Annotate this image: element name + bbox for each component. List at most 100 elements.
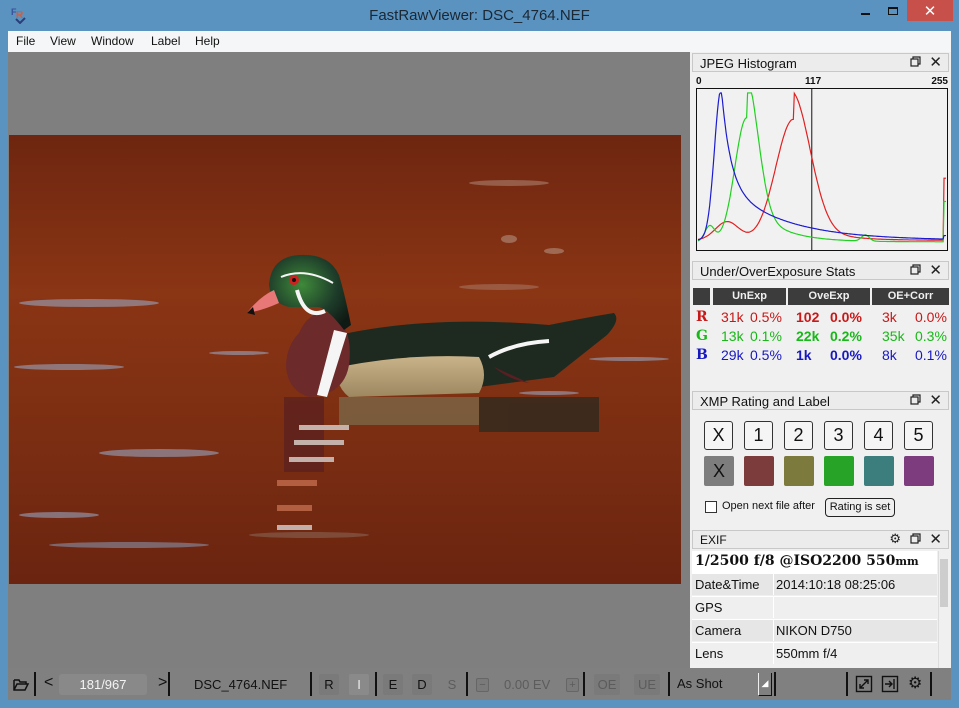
rating-3-button[interactable]: 3	[824, 421, 853, 450]
float-panel-icon[interactable]	[910, 56, 921, 67]
menu-window[interactable]: Window	[91, 34, 134, 48]
exposure-panel-title: Under/OverExposure Stats	[700, 264, 856, 279]
previous-file-button[interactable]: <	[44, 674, 53, 692]
unexp-count: 13k	[721, 328, 744, 344]
info-button[interactable]: I	[349, 674, 369, 695]
unexp-count: 31k	[721, 309, 744, 325]
rating-5-button[interactable]: 5	[904, 421, 933, 450]
open-folder-icon[interactable]	[12, 675, 30, 693]
settings-gear-icon[interactable]: ⚙	[908, 673, 922, 693]
maximize-button[interactable]	[880, 0, 906, 21]
dropdown-arrow-icon[interactable]: ◢	[758, 673, 772, 696]
unexp-percent: 0.5%	[750, 309, 782, 325]
close-button[interactable]: ✕	[907, 0, 953, 21]
open-next-label: Open next file after	[722, 500, 815, 512]
unexp-count: 29k	[721, 347, 744, 363]
close-panel-icon[interactable]: ✕	[929, 53, 942, 71]
white-balance-select[interactable]: As Shot ◢	[671, 673, 772, 696]
separator	[168, 672, 170, 696]
toggle-panel-icon[interactable]	[881, 675, 899, 693]
exif-divider	[773, 597, 774, 618]
exif-scrollbar-thumb[interactable]	[940, 559, 948, 607]
file-counter[interactable]: 181/967	[59, 674, 147, 695]
label-none-button[interactable]: X	[704, 456, 734, 486]
float-panel-icon[interactable]	[910, 394, 921, 405]
stats-channel: R	[696, 309, 708, 325]
rating-2-button[interactable]: 2	[784, 421, 813, 450]
next-file-button[interactable]: >	[158, 674, 167, 692]
separator	[668, 672, 670, 696]
overexposure-button[interactable]: OE	[594, 674, 620, 695]
details-button[interactable]: D	[412, 674, 432, 695]
rating-1-button[interactable]: 1	[744, 421, 773, 450]
exif-key: Date&Time	[695, 577, 760, 592]
exif-key: GPS	[695, 600, 723, 615]
menu-view[interactable]: View	[50, 34, 76, 48]
ev-decrease-button[interactable]: −	[476, 678, 489, 692]
close-panel-icon[interactable]: ✕	[929, 261, 942, 279]
menu-label[interactable]: Label	[151, 34, 180, 48]
photo-wood-duck[interactable]	[9, 135, 681, 584]
label-red-button[interactable]	[744, 456, 774, 486]
status-bar: < 181/967 > DSC_4764.NEF R I E D S − 0.0…	[8, 668, 951, 700]
ev-value: 0.00 EV	[504, 677, 551, 692]
shadows-button[interactable]: S	[442, 674, 462, 695]
exif-row: Lens 550mm f/4	[692, 642, 937, 664]
exif-value: NIKON D750	[776, 623, 852, 638]
oveexp-percent: 0.0%	[830, 347, 862, 363]
exif-divider	[773, 620, 774, 641]
exif-row: Date&Time 2014:10:18 08:25:06	[692, 573, 937, 595]
minimize-button[interactable]	[852, 0, 878, 21]
menu-help[interactable]: Help	[195, 34, 220, 48]
xmp-panel-header: XMP Rating and Label ✕	[692, 391, 949, 410]
minimize-icon	[860, 12, 870, 15]
histogram-series-g	[697, 92, 947, 243]
separator	[930, 672, 932, 696]
label-yellow-button[interactable]	[784, 456, 814, 486]
oveexp-count: 22k	[796, 328, 820, 344]
stats-header-oveexp: OveExp	[788, 288, 870, 305]
stats-row-g: G 13k 0.1% 22k 0.2% 35k 0.3%	[692, 328, 949, 347]
stats-row-r: R 31k 0.5% 102 0.0% 3k 0.0%	[692, 309, 949, 328]
oveexp-count: 102	[796, 309, 820, 325]
current-filename: DSC_4764.NEF	[194, 677, 288, 692]
oecorr-percent: 0.1%	[915, 347, 947, 363]
image-viewer[interactable]	[8, 52, 690, 668]
settings-gear-icon[interactable]: ⚙	[889, 531, 901, 547]
exif-divider	[773, 643, 774, 664]
side-panel: JPEG Histogram ✕ 0 117 255 Under/OverExp…	[690, 52, 951, 668]
exif-scrollbar[interactable]	[938, 551, 949, 668]
unexp-percent: 0.1%	[750, 328, 782, 344]
rating-is-set-button[interactable]: Rating is set	[825, 498, 895, 517]
separator	[466, 672, 468, 696]
histogram-scale: 0 117 255	[693, 76, 948, 88]
menu-file[interactable]: File	[16, 34, 35, 48]
histogram-panel-header: JPEG Histogram ✕	[692, 53, 949, 72]
close-panel-icon[interactable]: ✕	[929, 530, 942, 548]
raw-button[interactable]: R	[319, 674, 339, 695]
close-panel-icon[interactable]: ✕	[929, 391, 942, 409]
unexp-percent: 0.5%	[750, 347, 782, 363]
menu-bar: File View Window Label Help	[8, 31, 951, 52]
separator	[774, 672, 776, 696]
fullscreen-icon[interactable]	[855, 675, 873, 693]
separator	[583, 672, 585, 696]
underexposure-button[interactable]: UE	[634, 674, 660, 695]
float-panel-icon[interactable]	[910, 264, 921, 275]
label-purple-button[interactable]	[904, 456, 934, 486]
oveexp-count: 1k	[796, 347, 812, 363]
exposure-button[interactable]: E	[383, 674, 403, 695]
rating-reject-button[interactable]: X	[704, 421, 733, 450]
label-blue-button[interactable]	[864, 456, 894, 486]
window-title: FastRawViewer: DSC_4764.NEF	[369, 7, 590, 24]
stats-header-unexp: UnExp	[713, 288, 786, 305]
open-next-checkbox[interactable]	[705, 501, 717, 513]
ev-increase-button[interactable]: +	[566, 678, 579, 692]
separator	[375, 672, 377, 696]
stats-row-b: B 29k 0.5% 1k 0.0% 8k 0.1%	[692, 347, 949, 366]
label-green-button[interactable]	[824, 456, 854, 486]
rating-4-button[interactable]: 4	[864, 421, 893, 450]
float-panel-icon[interactable]	[910, 533, 921, 544]
histogram-chart[interactable]	[696, 88, 948, 251]
exposure-panel-header: Under/OverExposure Stats ✕	[692, 261, 949, 280]
